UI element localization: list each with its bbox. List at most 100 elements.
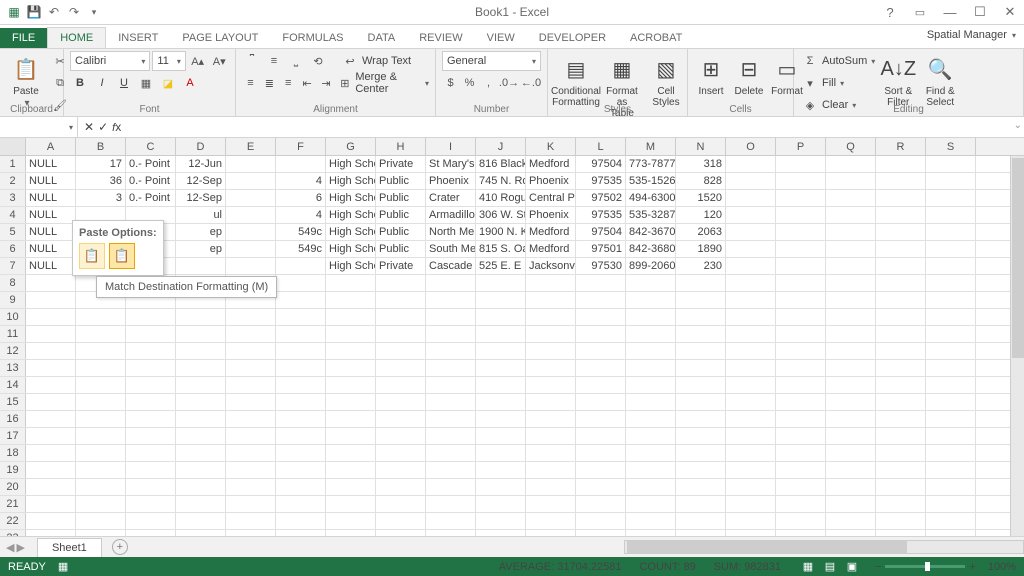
cell[interactable] <box>626 360 676 376</box>
cell[interactable] <box>126 309 176 325</box>
cell[interactable] <box>626 377 676 393</box>
cell[interactable] <box>826 411 876 427</box>
cell[interactable]: 745 N. Ro <box>476 173 526 189</box>
cell[interactable] <box>776 479 826 495</box>
cell[interactable]: Private <box>376 258 426 274</box>
row-header[interactable]: 19 <box>0 462 26 478</box>
cell[interactable] <box>226 258 276 274</box>
cell[interactable] <box>326 275 376 291</box>
close-button[interactable]: ✕ <box>996 2 1024 22</box>
sheet-nav-next[interactable]: ▶ <box>16 541 24 554</box>
cell[interactable] <box>576 343 626 359</box>
cell[interactable] <box>626 462 676 478</box>
cell[interactable] <box>126 394 176 410</box>
cell[interactable] <box>726 377 776 393</box>
cell[interactable] <box>226 360 276 376</box>
cell[interactable] <box>276 326 326 342</box>
col-header-S[interactable]: S <box>926 138 976 155</box>
cell[interactable]: 1890 <box>676 241 726 257</box>
bold-button[interactable]: B <box>70 73 90 93</box>
row-header[interactable]: 16 <box>0 411 26 427</box>
cell[interactable] <box>776 241 826 257</box>
cell[interactable]: 410 Rogue <box>476 190 526 206</box>
row-header[interactable]: 14 <box>0 377 26 393</box>
cell[interactable] <box>376 326 426 342</box>
cell[interactable] <box>626 275 676 291</box>
cell[interactable] <box>876 275 926 291</box>
cell[interactable] <box>926 343 976 359</box>
cell[interactable] <box>576 513 626 529</box>
cell[interactable] <box>876 156 926 172</box>
cell[interactable] <box>726 156 776 172</box>
find-select-button[interactable]: 🔍Find & Select <box>921 51 959 110</box>
cell[interactable] <box>226 394 276 410</box>
comma-icon[interactable]: , <box>480 73 497 93</box>
font-color-button[interactable]: A <box>180 73 200 93</box>
cell[interactable] <box>776 496 826 512</box>
font-size[interactable]: 11▾ <box>152 51 185 71</box>
cell[interactable]: 17 <box>76 156 126 172</box>
cell[interactable] <box>376 360 426 376</box>
cell[interactable] <box>676 479 726 495</box>
cell[interactable] <box>926 275 976 291</box>
cell[interactable] <box>926 309 976 325</box>
cell[interactable] <box>776 360 826 376</box>
cell[interactable]: 12-Sep <box>176 190 226 206</box>
cell[interactable] <box>26 275 76 291</box>
cell[interactable] <box>826 275 876 291</box>
cell[interactable] <box>226 496 276 512</box>
cell[interactable] <box>776 411 826 427</box>
tab-view[interactable]: VIEW <box>475 28 527 48</box>
cell[interactable] <box>826 428 876 444</box>
cell[interactable]: ep <box>176 241 226 257</box>
col-header-N[interactable]: N <box>676 138 726 155</box>
cell[interactable] <box>826 445 876 461</box>
cell[interactable] <box>276 445 326 461</box>
cell[interactable] <box>176 377 226 393</box>
cell[interactable] <box>76 394 126 410</box>
redo-icon[interactable]: ↷ <box>66 4 82 20</box>
cell[interactable] <box>876 479 926 495</box>
cell[interactable] <box>926 462 976 478</box>
cell[interactable] <box>126 445 176 461</box>
cell[interactable] <box>376 462 426 478</box>
cell[interactable] <box>26 309 76 325</box>
cell[interactable] <box>26 496 76 512</box>
fx-icon[interactable]: fx <box>112 120 121 134</box>
zoom-in-button[interactable]: + <box>969 561 975 573</box>
cell[interactable] <box>226 462 276 478</box>
cell[interactable] <box>876 343 926 359</box>
align-center-icon[interactable]: ≣ <box>261 73 278 93</box>
zoom-level[interactable]: 100% <box>988 561 1016 573</box>
cell[interactable]: Medford <box>526 156 576 172</box>
cell[interactable] <box>576 428 626 444</box>
tab-data[interactable]: DATA <box>356 28 408 48</box>
cell[interactable]: High Scho <box>326 207 376 223</box>
cell[interactable]: 0.- Point <box>126 156 176 172</box>
align-bottom-icon[interactable]: ⎵ <box>286 51 306 71</box>
cell[interactable] <box>326 360 376 376</box>
cell[interactable] <box>226 513 276 529</box>
paste-button[interactable]: 📋Paste▾ <box>6 51 46 111</box>
cell[interactable]: NULL <box>26 190 76 206</box>
cell[interactable] <box>176 326 226 342</box>
cell[interactable] <box>176 309 226 325</box>
cell[interactable] <box>776 224 826 240</box>
cell[interactable] <box>426 445 476 461</box>
cell[interactable] <box>426 292 476 308</box>
cell[interactable] <box>526 360 576 376</box>
row-header[interactable]: 20 <box>0 479 26 495</box>
cell[interactable] <box>526 275 576 291</box>
sheet-nav-prev[interactable]: ◀ <box>6 541 14 554</box>
cell[interactable] <box>226 190 276 206</box>
cell[interactable] <box>276 258 326 274</box>
cell[interactable] <box>826 377 876 393</box>
cell[interactable]: High Scho <box>326 258 376 274</box>
cell[interactable] <box>426 411 476 427</box>
cell[interactable] <box>826 513 876 529</box>
cell[interactable] <box>226 156 276 172</box>
cell[interactable] <box>476 377 526 393</box>
col-header-L[interactable]: L <box>576 138 626 155</box>
col-header-P[interactable]: P <box>776 138 826 155</box>
cell[interactable] <box>126 496 176 512</box>
